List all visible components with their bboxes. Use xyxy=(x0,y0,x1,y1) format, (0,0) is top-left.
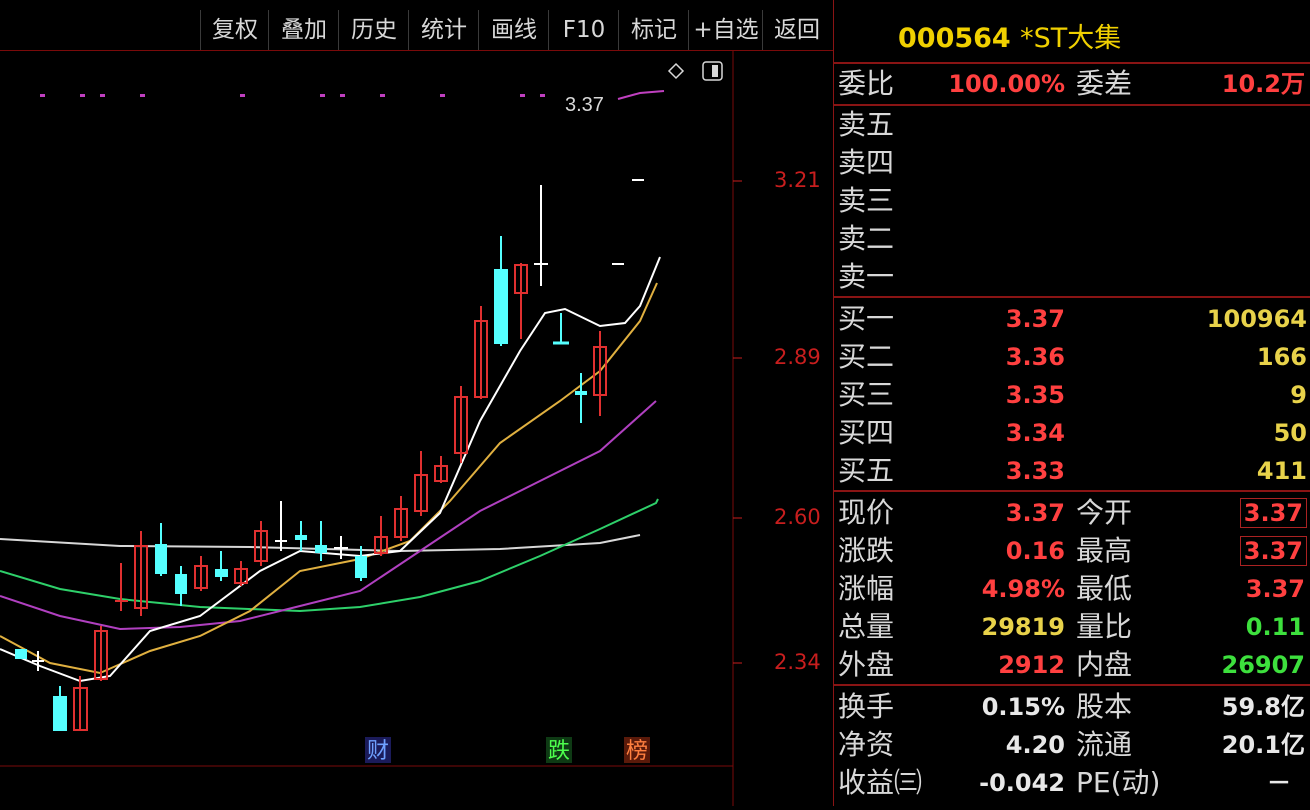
toolbar-button-mark[interactable]: 标记 xyxy=(618,10,689,50)
last-price-tag: 3.37 xyxy=(565,94,604,116)
buy-price: 3.36 xyxy=(1005,343,1065,371)
ma-line-60 xyxy=(0,498,659,613)
turnover-label: 换手 xyxy=(838,690,895,723)
sell-level-2: 卖二 xyxy=(838,222,895,255)
stock-name: *ST大集 xyxy=(1020,23,1122,54)
toolbar: 复权 叠加 历史 统计 画线 F10 标记 +自选 返回 xyxy=(0,10,833,51)
buy-price: 3.34 xyxy=(1005,419,1065,447)
price-axis-label: 3.21 xyxy=(774,168,821,192)
outer-label: 外盘 xyxy=(838,648,895,681)
toolbar-button-restore-rights[interactable]: 复权 xyxy=(200,10,269,50)
sell-level-5: 卖五 xyxy=(838,108,895,141)
limit-dots xyxy=(40,94,545,97)
price-axis-label: 2.60 xyxy=(774,505,821,529)
diamond-icon[interactable] xyxy=(667,62,685,80)
order-diff-value: 10.2万 xyxy=(1221,70,1305,98)
toolbar-button-add-watchlist[interactable]: +自选 xyxy=(688,10,763,50)
buy-level-3: 买三 xyxy=(838,378,895,411)
open-value: 3.37 xyxy=(1239,498,1307,528)
buy-price: 3.33 xyxy=(1005,457,1065,485)
sell-level-4: 卖四 xyxy=(838,146,895,179)
sell-level-3: 卖三 xyxy=(838,184,895,217)
separator xyxy=(834,104,1310,106)
change-label: 涨跌 xyxy=(838,534,895,567)
eps-value: -0.042 xyxy=(979,769,1065,797)
change-pct-value: 4.98% xyxy=(981,575,1065,603)
float-value: 20.1亿 xyxy=(1221,731,1305,759)
volume-value: 29819 xyxy=(981,613,1066,641)
net-assets-label: 净资 xyxy=(838,728,895,761)
toolbar-button-back[interactable]: 返回 xyxy=(762,10,831,50)
pe-value: － xyxy=(1267,769,1291,797)
change-value: 0.16 xyxy=(1005,537,1065,565)
buy-level-5: 买五 xyxy=(838,454,895,487)
current-price-label: 现价 xyxy=(838,496,895,529)
sell-level-1: 卖一 xyxy=(838,260,895,293)
volume-ratio-label: 量比 xyxy=(1076,610,1133,643)
open-label: 今开 xyxy=(1076,496,1133,529)
toolbar-button-overlay[interactable]: 叠加 xyxy=(268,10,339,50)
kline-svg[interactable]: 3.37 财 跌 榜 xyxy=(0,51,833,806)
order-ratio-value: 100.00% xyxy=(948,70,1065,98)
separator xyxy=(834,490,1310,492)
buy-volume: 166 xyxy=(1256,343,1307,371)
price-axis-label: 2.34 xyxy=(774,650,821,674)
buy-volume: 411 xyxy=(1256,457,1307,485)
panel-toggle-icon[interactable] xyxy=(702,61,723,81)
outer-value: 2912 xyxy=(998,651,1065,679)
candles xyxy=(15,179,644,731)
quote-panel: 000564 *ST大集 委比 100.00% 委差 10.2万 卖五 卖四 卖… xyxy=(833,0,1310,806)
high-value: 3.37 xyxy=(1239,536,1307,566)
toolbar-button-history[interactable]: 历史 xyxy=(338,10,409,50)
buy-volume: 9 xyxy=(1290,381,1307,409)
marker-finance[interactable]: 财 xyxy=(367,739,389,764)
price-axis-label: 2.89 xyxy=(774,345,821,369)
buy-price: 3.35 xyxy=(1005,381,1065,409)
toolbar-button-f10[interactable]: F10 xyxy=(548,10,619,50)
separator xyxy=(834,62,1310,64)
kline-chart[interactable]: 3.37 财 跌 榜 3.21 2.89 2.60 2.34 xyxy=(0,51,833,806)
inner-label: 内盘 xyxy=(1076,648,1133,681)
change-pct-label: 涨幅 xyxy=(838,572,895,605)
buy-level-4: 买四 xyxy=(838,416,895,449)
stock-code: 000564 xyxy=(898,23,1011,54)
toolbar-button-draw-line[interactable]: 画线 xyxy=(478,10,549,50)
inner-value: 26907 xyxy=(1221,651,1306,679)
separator xyxy=(834,684,1310,686)
limit-line xyxy=(617,90,665,100)
eps-label: 收益㈢ xyxy=(838,766,923,799)
buy-level-2: 买二 xyxy=(838,340,895,373)
turnover-value: 0.15% xyxy=(981,693,1065,721)
high-label: 最高 xyxy=(1076,534,1133,567)
low-label: 最低 xyxy=(1076,572,1133,605)
volume-ratio-value: 0.11 xyxy=(1245,613,1305,641)
buy-level-1: 买一 xyxy=(838,302,895,335)
share-capital-label: 股本 xyxy=(1076,690,1133,723)
low-value: 3.37 xyxy=(1245,575,1305,603)
pe-label: PE(动) xyxy=(1076,766,1161,799)
float-label: 流通 xyxy=(1076,728,1133,761)
buy-price: 3.37 xyxy=(1005,305,1065,333)
net-assets-value: 4.20 xyxy=(1005,731,1065,759)
buy-volume: 50 xyxy=(1273,419,1307,447)
stock-title: 000564 *ST大集 xyxy=(898,16,1121,55)
current-price-value: 3.37 xyxy=(1005,499,1065,527)
order-diff-label: 委差 xyxy=(1076,67,1133,100)
buy-volume: 100964 xyxy=(1206,305,1307,333)
share-capital-value: 59.8亿 xyxy=(1221,693,1305,721)
order-ratio-label: 委比 xyxy=(838,67,895,100)
marker-fall[interactable]: 跌 xyxy=(548,739,570,764)
toolbar-button-statistics[interactable]: 统计 xyxy=(408,10,479,50)
marker-list[interactable]: 榜 xyxy=(626,739,648,764)
separator xyxy=(834,296,1310,298)
volume-label: 总量 xyxy=(838,610,895,643)
